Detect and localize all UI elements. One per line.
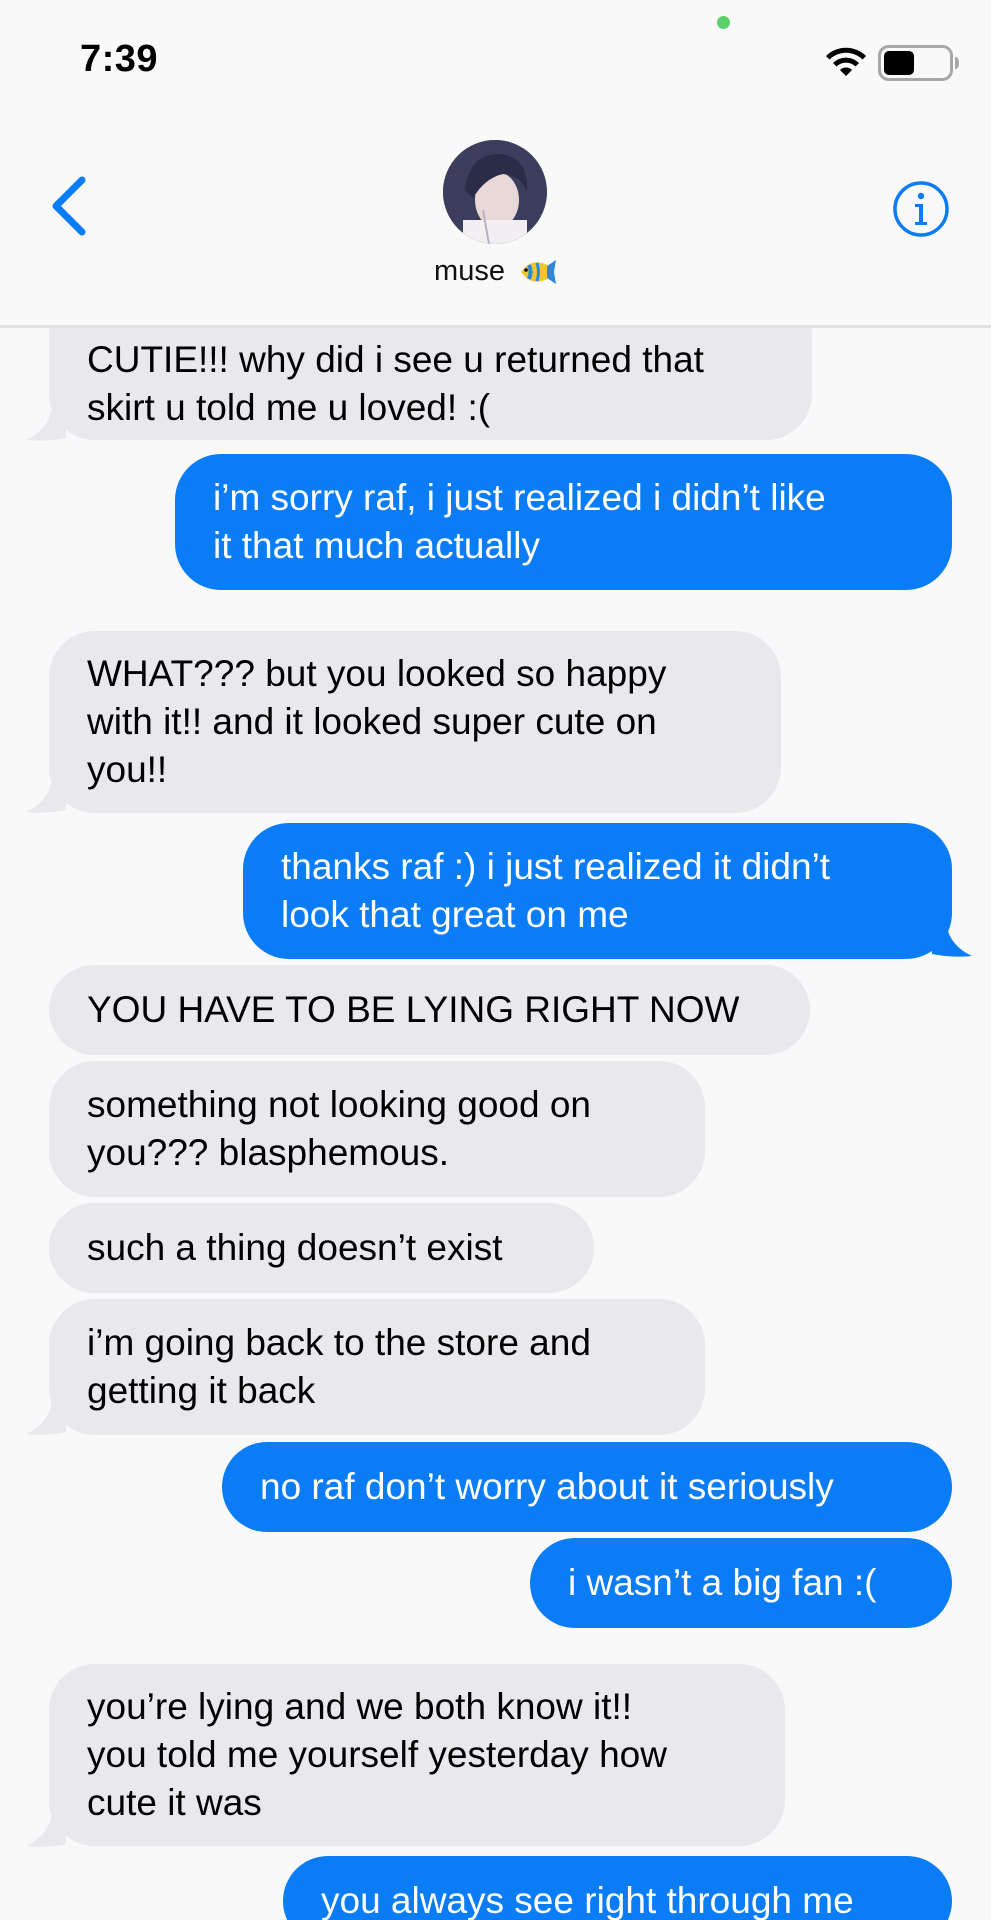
avatar[interactable]: [443, 140, 547, 244]
bubble-tail-incoming: [26, 780, 66, 813]
message-bubble-incoming[interactable]: i’m going back to the store and getting …: [49, 1299, 705, 1435]
message-bubble-incoming[interactable]: such a thing doesn’t exist: [49, 1203, 594, 1293]
status-time: 7:39: [80, 38, 159, 80]
message-bubble-outgoing[interactable]: i wasn’t a big fan :(: [530, 1538, 952, 1628]
message-bubble-outgoing[interactable]: you always see right through me: [283, 1856, 952, 1920]
info-icon[interactable]: [892, 180, 950, 238]
message-bubble-incoming[interactable]: you’re lying and we both know it!! you t…: [49, 1664, 785, 1846]
tropical-fish-icon: [520, 260, 556, 285]
bubble-tail-incoming: [26, 1402, 66, 1435]
chevron-left-icon[interactable]: [40, 170, 100, 242]
wifi-icon: [826, 47, 866, 76]
conversation-header: muse: [0, 110, 991, 328]
message-list[interactable]: CUTIE!!! why did i see u returned that s…: [0, 328, 991, 1920]
privacy-indicator-dot: [717, 16, 730, 29]
contact-name: muse: [434, 255, 505, 287]
message-bubble-incoming[interactable]: WHAT??? but you looked so happy with it!…: [49, 631, 781, 813]
message-bubble-incoming[interactable]: YOU HAVE TO BE LYING RIGHT NOW: [49, 965, 810, 1055]
message-bubble-outgoing[interactable]: thanks raf :) i just realized it didn’t …: [243, 823, 952, 959]
bubble-tail-outgoing: [932, 924, 972, 957]
bubble-tail-incoming: [26, 408, 66, 441]
battery-icon: [878, 45, 959, 81]
contact-name-row[interactable]: muse: [0, 255, 991, 288]
message-bubble-outgoing[interactable]: no raf don’t worry about it seriously: [222, 1442, 952, 1532]
message-bubble-incoming[interactable]: CUTIE!!! why did i see u returned that s…: [49, 328, 812, 440]
message-bubble-incoming[interactable]: something not looking good on you??? bla…: [49, 1061, 705, 1197]
message-bubble-outgoing[interactable]: i’m sorry raf, i just realized i didn’t …: [175, 454, 952, 590]
avatar-portrait: [443, 140, 547, 244]
status-bar: 7:39: [0, 0, 991, 110]
messages-screen: 7:39 muse CUTIE!!! why did i see u retur…: [0, 0, 991, 1920]
bubble-tail-incoming: [26, 1814, 66, 1847]
